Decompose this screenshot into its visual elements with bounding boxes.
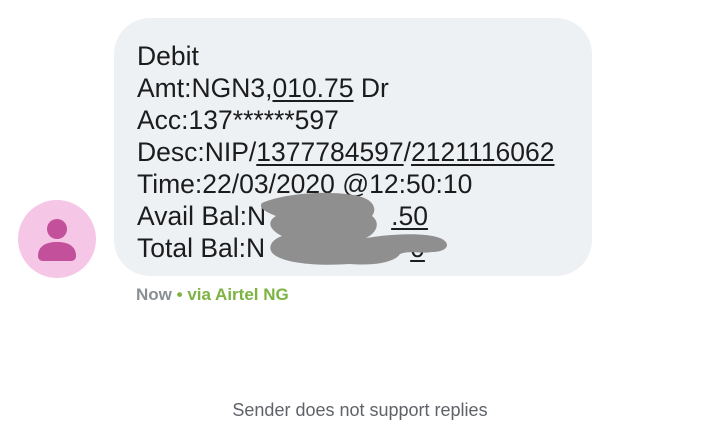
message-thread: Debit Amt:NGN3,010.75 Dr Acc:137******59…	[0, 0, 720, 435]
avail-prefix: Avail Bal:N	[137, 201, 267, 231]
amount-link[interactable]: 010.75	[272, 73, 353, 103]
carrier-label: via Airtel NG	[187, 285, 289, 304]
total-link[interactable]: 0	[410, 233, 425, 263]
desc-link-2[interactable]: 2121116062	[411, 137, 554, 167]
desc-link-1[interactable]: 1377784597	[256, 137, 403, 167]
desc-prefix: Desc:NIP/	[137, 137, 257, 167]
sender-avatar[interactable]	[18, 200, 96, 278]
reply-unsupported-notice: Sender does not support replies	[232, 400, 488, 420]
desc-separator: /	[403, 137, 412, 167]
message-line-account: Acc:137******597	[137, 105, 339, 135]
avail-link[interactable]: .50	[391, 201, 428, 231]
message-status: Now • via Airtel NG	[136, 285, 289, 305]
person-icon	[38, 219, 76, 261]
message-line-desc: Desc:NIP/1377784597/2121116062	[137, 136, 592, 168]
total-prefix: Total Bal:N	[137, 233, 266, 263]
message-line-time: Time:22/03/2020 @12:50:10	[137, 169, 473, 199]
message-line-avail: Avail Bal:N .50	[137, 200, 592, 232]
message-line-type: Debit	[137, 41, 199, 71]
message-line-amount: Amt:NGN3,010.75 Dr	[137, 72, 592, 104]
message-time: Now	[136, 285, 172, 304]
message-bubble[interactable]: Debit Amt:NGN3,010.75 Dr Acc:137******59…	[114, 18, 592, 276]
status-separator: •	[176, 285, 183, 304]
message-line-total: Total Bal:N 0	[137, 232, 592, 264]
amount-prefix: Amt:NGN3,	[137, 73, 273, 103]
amount-suffix: Dr	[353, 73, 389, 103]
